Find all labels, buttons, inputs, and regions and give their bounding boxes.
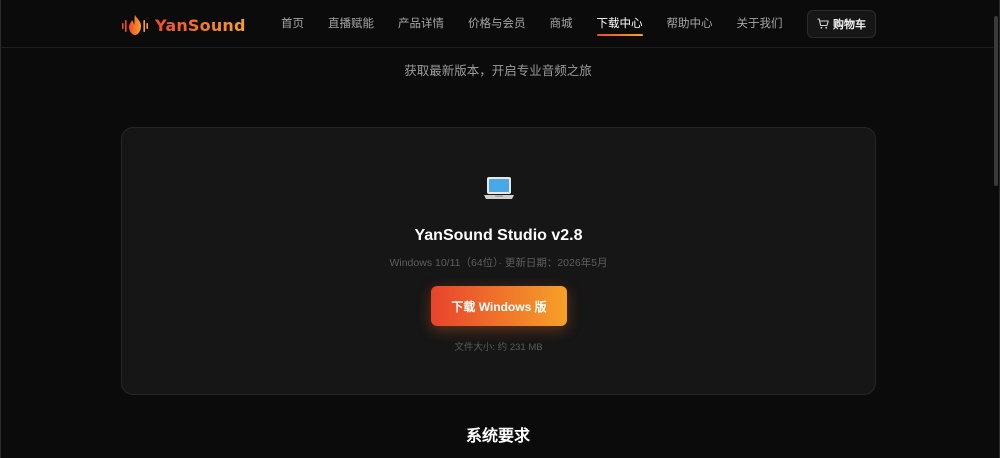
app-window: YanSound 首页 直播赋能 产品详情 价格与会员 商城 下载中心 帮助中心… xyxy=(0,0,1000,458)
nav-item-store[interactable]: 商城 xyxy=(550,0,573,48)
download-windows-button[interactable]: 下载 Windows 版 xyxy=(431,286,567,326)
nav-item-home[interactable]: 首页 xyxy=(281,0,304,48)
brand-name: YanSound xyxy=(155,15,246,35)
main-nav: 首页 直播赋能 产品详情 价格与会员 商城 下载中心 帮助中心 关于我们 xyxy=(281,0,807,48)
page-subtitle: 获取最新版本，开启专业音频之旅 xyxy=(404,64,592,78)
nav-item-live[interactable]: 直播赋能 xyxy=(328,0,374,48)
cart-label: 购物车 xyxy=(833,19,866,31)
cart-button[interactable]: 购物车 xyxy=(807,10,876,38)
nav-item-pricing[interactable]: 价格与会员 xyxy=(468,0,526,48)
product-meta: Windows 10/11（64位）· 更新日期：2026年5月 xyxy=(389,257,608,269)
download-button-label: 下载 Windows 版 xyxy=(451,299,547,314)
download-card: YanSound Studio v2.8 Windows 10/11（64位）·… xyxy=(121,127,876,395)
nav-item-product[interactable]: 产品详情 xyxy=(398,0,444,48)
nav-item-about[interactable]: 关于我们 xyxy=(737,0,783,48)
scrollbar-track[interactable] xyxy=(993,0,999,458)
flame-soundwave-icon xyxy=(122,15,148,35)
nav-item-downloads[interactable]: 下载中心 xyxy=(596,0,643,48)
system-requirements-title: 系统要求 xyxy=(465,428,530,445)
brand-logo[interactable]: YanSound xyxy=(121,13,246,37)
laptop-icon xyxy=(484,177,514,199)
product-title: YanSound Studio v2.8 xyxy=(414,227,583,244)
top-navbar: YanSound 首页 直播赋能 产品详情 价格与会员 商城 下载中心 帮助中心… xyxy=(1,0,999,48)
scrollbar-thumb[interactable] xyxy=(994,16,998,186)
cart-icon xyxy=(817,18,829,29)
file-size: 文件大小: 约 231 MB xyxy=(454,342,543,353)
nav-item-help[interactable]: 帮助中心 xyxy=(667,0,713,48)
